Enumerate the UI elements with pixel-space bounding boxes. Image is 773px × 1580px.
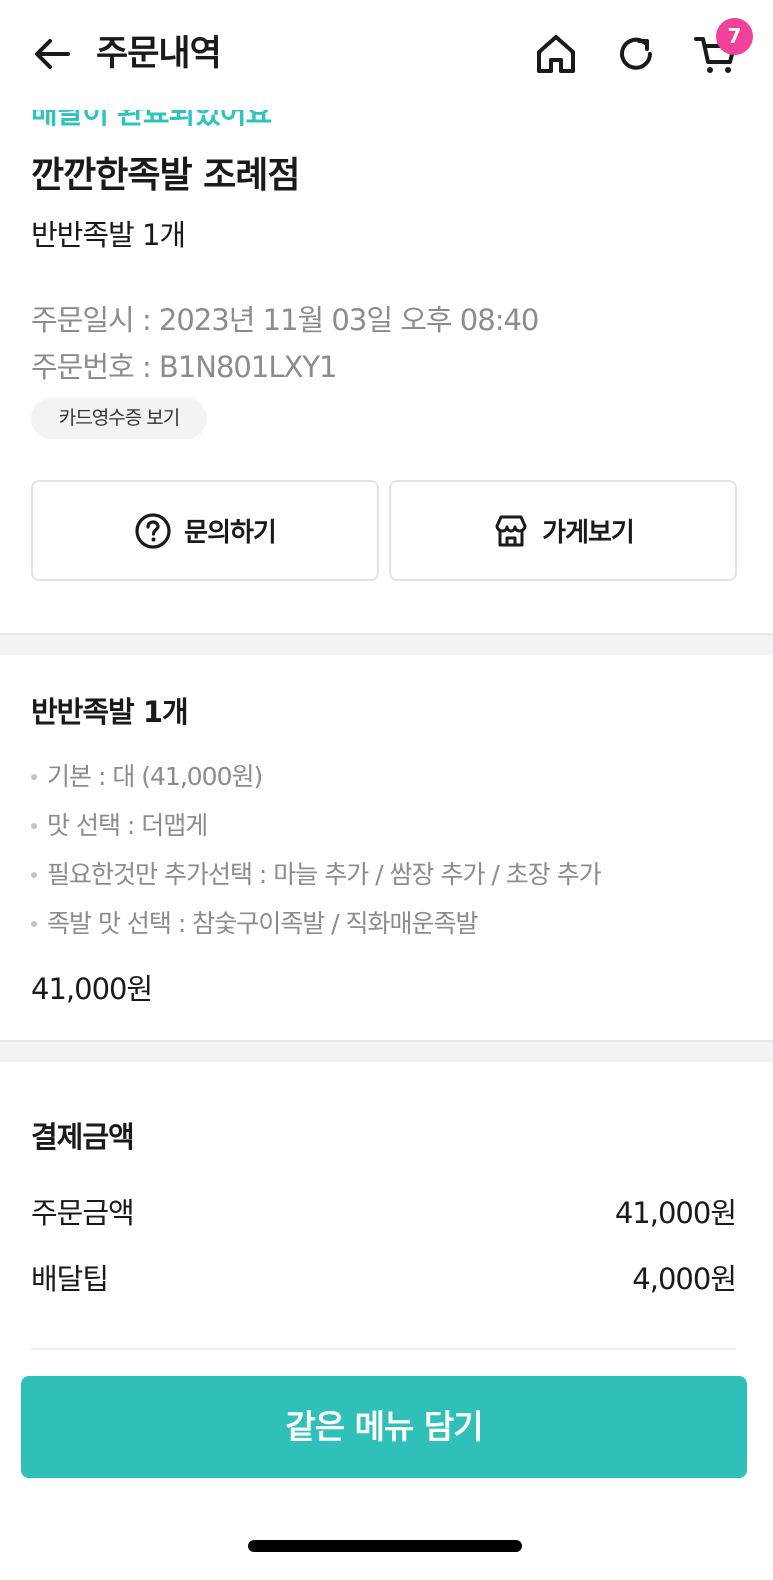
bullet-dot bbox=[31, 920, 37, 927]
store-name: 깐깐한족발 조례점 bbox=[31, 155, 300, 196]
menu-option-text: 맛 선택 : 더맵게 bbox=[47, 810, 208, 840]
payment-row-value: 4,000원 bbox=[632, 1262, 737, 1296]
menu-option-item: 맛 선택 : 더맵게 bbox=[31, 801, 601, 850]
card-receipt-button[interactable]: 카드영수증 보기 bbox=[31, 398, 207, 439]
home-icon bbox=[537, 35, 575, 73]
payment-row-order-amount: 주문금액 41,000원 bbox=[31, 1190, 737, 1232]
menu-option-text: 필요한것만 추가선택 : 마늘 추가 / 쌈장 추가 / 초장 추가 bbox=[47, 859, 602, 889]
inquiry-button[interactable]: 문의하기 bbox=[31, 480, 379, 581]
refresh-icon bbox=[620, 37, 652, 70]
inquiry-label: 문의하기 bbox=[184, 518, 277, 548]
payment-separator bbox=[31, 1348, 736, 1350]
payment-row-value: 41,000원 bbox=[614, 1196, 737, 1230]
section-divider bbox=[0, 633, 773, 655]
back-arrow-icon bbox=[35, 39, 70, 69]
payment-row-delivery-tip: 배달팁 4,000원 bbox=[31, 1256, 737, 1298]
bullet-dot bbox=[31, 871, 37, 878]
page-title: 주문내역 bbox=[96, 34, 222, 74]
back-button[interactable] bbox=[30, 32, 74, 76]
section-divider bbox=[0, 1040, 773, 1062]
menu-price: 41,000원 bbox=[31, 972, 153, 1006]
menu-option-item: 기본 : 대 (41,000원) bbox=[31, 752, 601, 801]
payment-title: 결제금액 bbox=[31, 1120, 135, 1154]
order-number: 주문번호 : B1N801LXY1 bbox=[31, 350, 338, 384]
app-header: 주문내역 7 bbox=[0, 0, 773, 110]
question-circle-icon bbox=[135, 512, 171, 549]
menu-option-text: 기본 : 대 (41,000원) bbox=[47, 761, 263, 791]
view-store-label: 가게보기 bbox=[542, 518, 635, 548]
view-store-button[interactable]: 가게보기 bbox=[389, 480, 737, 581]
menu-title: 반반족발 1개 bbox=[31, 695, 189, 729]
home-button[interactable] bbox=[534, 32, 578, 76]
payment-row-label: 주문금액 bbox=[31, 1196, 135, 1230]
refresh-button[interactable] bbox=[614, 32, 658, 76]
order-item-summary: 반반족발 1개 bbox=[31, 218, 186, 252]
order-date: 주문일시 : 2023년 11월 03일 오후 08:40 bbox=[31, 303, 539, 337]
menu-option-text: 족발 맛 선택 : 참숯구이족발 / 직화매운족발 bbox=[47, 908, 479, 938]
bullet-dot bbox=[31, 822, 37, 829]
menu-option-item: 필요한것만 추가선택 : 마늘 추가 / 쌈장 추가 / 초장 추가 bbox=[31, 850, 602, 899]
menu-option-item: 족발 맛 선택 : 참숯구이족발 / 직화매운족발 bbox=[31, 899, 601, 948]
bullet-dot bbox=[31, 773, 37, 780]
store-icon bbox=[495, 515, 527, 546]
payment-row-label: 배달팁 bbox=[31, 1262, 109, 1296]
add-same-menu-button[interactable]: 같은 메뉴 담기 bbox=[21, 1376, 747, 1478]
home-indicator[interactable] bbox=[248, 1540, 522, 1552]
menu-options-list: 기본 : 대 (41,000원) 맛 선택 : 더맵게 필요한것만 추가선택 :… bbox=[31, 752, 602, 948]
cart-count-badge: 7 bbox=[716, 18, 753, 55]
